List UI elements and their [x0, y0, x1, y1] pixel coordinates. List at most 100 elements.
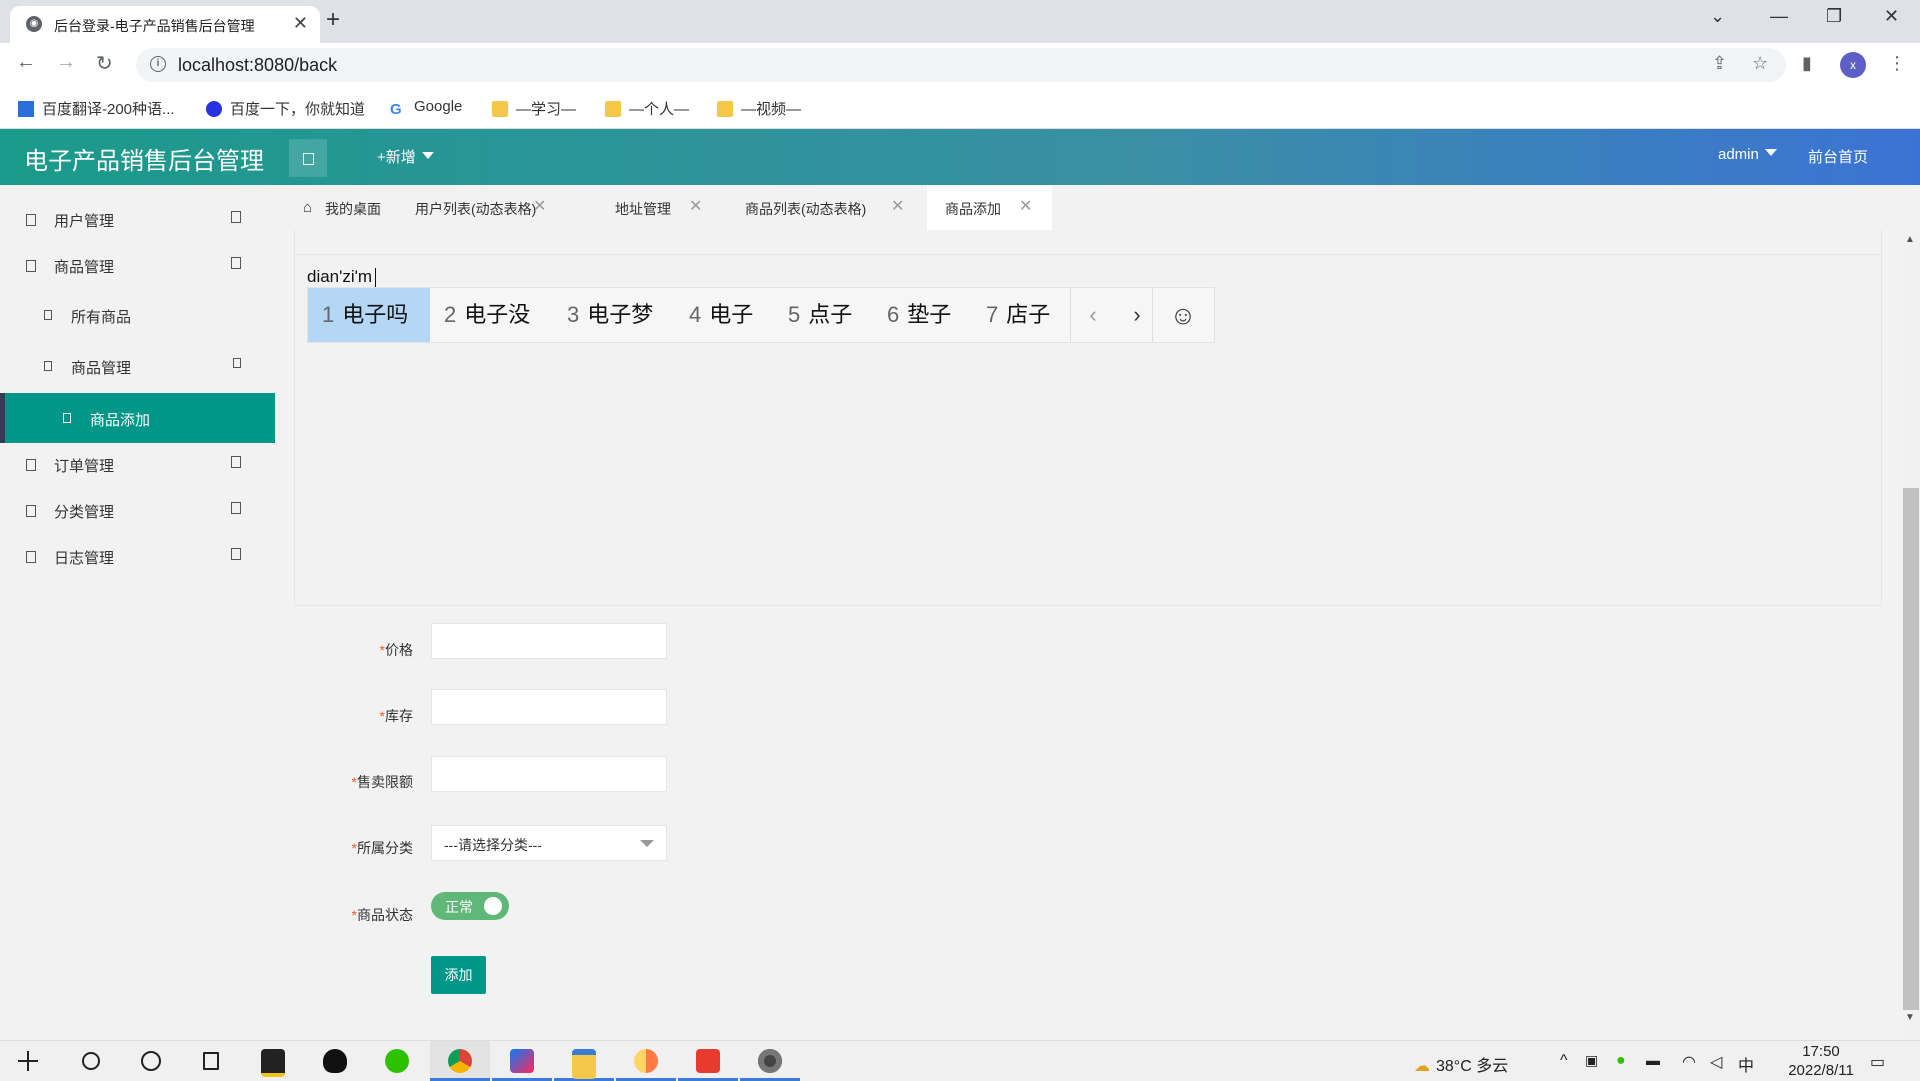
ime-mode-indicator[interactable]: 中: [1738, 1052, 1754, 1076]
bookmark-folder-personal[interactable]: —个人—: [605, 98, 689, 119]
menu-icon: [44, 361, 52, 371]
admin-user-dropdown[interactable]: admin: [1718, 146, 1777, 163]
sticky-notes-icon[interactable]: [243, 1041, 303, 1081]
ime-candidate[interactable]: 2 电子没: [444, 288, 530, 342]
tab-product-add[interactable]: 商品添加 ✕: [927, 185, 1052, 230]
category-select[interactable]: ---请选择分类---: [431, 825, 667, 861]
cortana-icon[interactable]: [120, 1041, 180, 1081]
url-text[interactable]: localhost:8080/back: [178, 55, 337, 76]
clock-date[interactable]: 2022/8/11: [1768, 1062, 1874, 1079]
scroll-down-icon[interactable]: ▼: [1905, 1012, 1915, 1023]
tab-address-management[interactable]: 地址管理 ✕: [605, 185, 705, 230]
price-input[interactable]: [431, 623, 667, 659]
bookmark-baidu[interactable]: 百度一下，你就知道: [206, 98, 365, 119]
search-icon[interactable]: [60, 1041, 120, 1081]
wifi-icon[interactable]: ◠: [1682, 1052, 1696, 1072]
menu-toggle-button[interactable]: [289, 139, 327, 177]
site-info-icon[interactable]: i: [150, 56, 166, 72]
sidebar-item-all-products[interactable]: 所有商品: [0, 293, 275, 339]
weather-widget[interactable]: ☁ 38°C 多云: [1414, 1052, 1508, 1076]
side-panel-icon[interactable]: ▮: [1802, 53, 1812, 74]
close-icon[interactable]: ✕: [689, 196, 702, 216]
windows-start-icon[interactable]: [0, 1041, 60, 1081]
close-icon[interactable]: ✕: [891, 196, 904, 216]
ime-candidate[interactable]: 6 垫子: [887, 288, 951, 342]
close-window-icon[interactable]: ✕: [1884, 6, 1899, 27]
ime-candidate[interactable]: 4 电子: [689, 288, 753, 342]
forward-icon[interactable]: →: [56, 51, 76, 74]
wechat-icon[interactable]: [367, 1041, 427, 1081]
menu-kebab-icon[interactable]: ⋮: [1888, 53, 1906, 74]
address-bar[interactable]: i localhost:8080/back: [136, 48, 1786, 82]
menu-icon: [26, 214, 36, 226]
app-header: 电子产品销售后台管理 +新增 admin 前台首页: [0, 129, 1920, 185]
tab-user-list[interactable]: 用户列表(动态表格) ✕: [401, 185, 561, 230]
bookmark-star-icon[interactable]: ☆: [1752, 53, 1768, 74]
browser-tab[interactable]: ◉ 后台登录-电子产品销售后台管理 ✕: [10, 6, 320, 43]
stock-input[interactable]: [431, 689, 667, 725]
qq-icon[interactable]: [305, 1041, 365, 1081]
restore-icon[interactable]: ❐: [1826, 6, 1842, 27]
folder-icon: [492, 101, 508, 117]
ime-candidate[interactable]: 5 点子: [788, 288, 852, 342]
rich-text-editor[interactable]: [294, 218, 1882, 606]
tab-search-icon[interactable]: ⌄: [1710, 6, 1725, 27]
notification-icon[interactable]: ▭: [1870, 1052, 1885, 1072]
tray-overflow-icon[interactable]: ^: [1560, 1052, 1568, 1070]
tray-app-icon[interactable]: ▣: [1585, 1052, 1598, 1069]
browser-toolbar: ← → ↻ i localhost:8080/back ⇪ ☆ ▮ x ⋮: [0, 43, 1920, 88]
share-icon[interactable]: ⇪: [1712, 53, 1727, 74]
sale-limit-input[interactable]: [431, 756, 667, 792]
new-tab-icon[interactable]: +: [326, 6, 340, 34]
app-icon[interactable]: [616, 1041, 676, 1081]
bookmark-folder-video[interactable]: —视频—: [717, 98, 801, 119]
screen-recorder-icon[interactable]: [740, 1041, 800, 1081]
scroll-up-icon[interactable]: ▲: [1905, 234, 1915, 245]
profile-avatar[interactable]: x: [1840, 52, 1866, 78]
bookmark-baidu-translate[interactable]: 百度翻译-200种语...: [18, 98, 175, 119]
close-tab-icon[interactable]: ✕: [293, 13, 308, 34]
task-view-icon[interactable]: [180, 1041, 240, 1081]
add-button[interactable]: 添加: [431, 956, 486, 994]
status-toggle[interactable]: 正常: [431, 892, 509, 920]
sidebar-item-product-management[interactable]: 商品管理: [0, 243, 275, 289]
reload-icon[interactable]: ↻: [96, 51, 113, 76]
ime-candidate[interactable]: 7 店子: [986, 288, 1050, 342]
ime-emoji-icon[interactable]: ☺: [1153, 288, 1213, 342]
sidebar-item-category-management[interactable]: 分类管理: [0, 488, 275, 534]
add-new-dropdown[interactable]: +新增: [377, 146, 434, 167]
bookmark-folder-study[interactable]: —学习—: [492, 98, 576, 119]
expand-arrow-icon: [231, 548, 241, 560]
bookmark-google[interactable]: G Google: [390, 98, 462, 118]
battery-icon[interactable]: ▬: [1646, 1052, 1660, 1068]
tab-my-desktop[interactable]: ⌂ 我的桌面: [283, 185, 383, 230]
back-icon[interactable]: ←: [16, 51, 36, 74]
wechat-tray-icon[interactable]: ●: [1616, 1052, 1626, 1070]
intellij-idea-icon[interactable]: [492, 1041, 552, 1081]
ime-candidate[interactable]: 3 电子梦: [567, 288, 653, 342]
sidebar-item-product-submanage[interactable]: 商品管理: [0, 344, 275, 390]
tab-product-list[interactable]: 商品列表(动态表格) ✕: [733, 185, 913, 230]
scrollbar-thumb[interactable]: [1903, 488, 1919, 1010]
front-home-link[interactable]: 前台首页: [1808, 146, 1868, 167]
file-explorer-icon[interactable]: [554, 1041, 614, 1081]
sidebar-item-product-add[interactable]: 商品添加: [0, 393, 275, 443]
sidebar-item-order-management[interactable]: 订单管理: [0, 442, 275, 488]
ime-candidate[interactable]: 1 电子吗: [308, 288, 430, 342]
chrome-icon[interactable]: [430, 1041, 490, 1081]
minimize-icon[interactable]: —: [1770, 6, 1788, 27]
folder-icon: [605, 101, 621, 117]
sale-limit-label: *售卖限额: [351, 774, 413, 790]
toggle-knob: [484, 897, 502, 915]
sidebar-item-user-management[interactable]: 用户管理: [0, 197, 275, 243]
wps-office-icon[interactable]: [678, 1041, 738, 1081]
sidebar-item-log-management[interactable]: 日志管理: [0, 534, 275, 580]
clock-time[interactable]: 17:50: [1786, 1043, 1856, 1060]
close-icon[interactable]: ✕: [533, 196, 546, 216]
editor-composition-text: dian'zi'm: [307, 267, 373, 286]
close-icon[interactable]: ✕: [1019, 196, 1032, 216]
page-tabs: ⌂ 我的桌面 用户列表(动态表格) ✕ 地址管理 ✕ 商品列表(动态表格) ✕ …: [275, 185, 1920, 230]
ime-candidate-window: 1 电子吗 2 电子没 3 电子梦 4 电子 5 点子 6 垫子 7 店子 ‹ › ☺: [307, 287, 1215, 343]
ime-prev-page-icon[interactable]: ‹: [1071, 288, 1115, 342]
volume-icon[interactable]: ◁: [1710, 1052, 1722, 1072]
